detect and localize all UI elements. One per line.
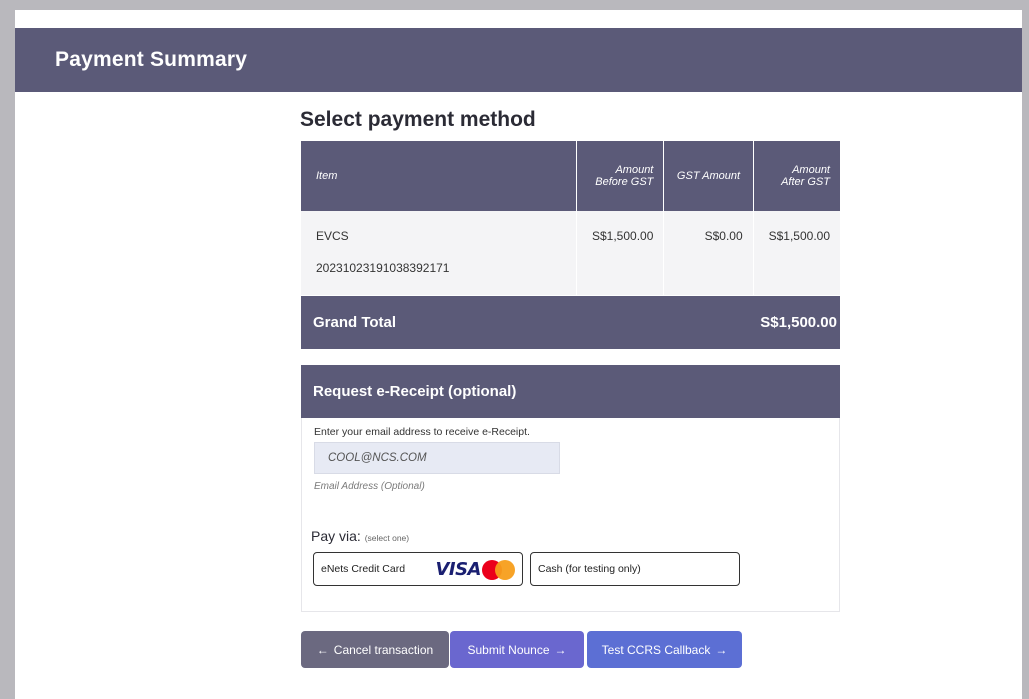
section-title: Select payment method (300, 108, 536, 131)
grand-total-bar: Grand Total S$1,500.00 (301, 296, 840, 349)
payment-items-table: Item Amount Before GST GST Amount Amount… (301, 141, 840, 295)
item-cell: EVCS 20231023191038392171 (301, 211, 577, 295)
arrow-left-icon: ← (316, 642, 329, 657)
pay-via-sub: (select one) (364, 533, 410, 543)
test-ccrs-callback-button[interactable]: Test CCRS Callback → (587, 631, 742, 668)
email-field-note: Email Address (Optional) (314, 481, 425, 492)
mastercard-logo-icon (482, 559, 516, 580)
item-reference: 20231023191038392171 (316, 261, 450, 275)
page-header: Payment Summary (15, 28, 1022, 92)
pay-via-heading: Pay via: (select one) (311, 528, 839, 544)
email-field[interactable] (314, 442, 560, 474)
amount-before-gst-cell: S$1,500.00 (575, 211, 664, 295)
visa-logo-icon: VISA (435, 559, 481, 580)
submit-nounce-button[interactable]: Submit Nounce → (450, 631, 584, 668)
column-header-amount-before-gst-line2: Before GST (595, 176, 654, 188)
card-logos: VISA (435, 559, 516, 580)
column-header-amount-after-gst: Amount After GST (752, 141, 840, 211)
arrow-right-icon: → (554, 642, 567, 657)
column-header-amount-after-gst-line2: After GST (781, 176, 830, 188)
column-header-amount-before-gst-line1: Amount (615, 164, 654, 176)
payment-option-cash[interactable]: Cash (for testing only) (530, 552, 740, 586)
table-header-row: Item Amount Before GST GST Amount Amount… (301, 141, 840, 211)
payment-options: eNets Credit Card VISA Cash (for testing… (313, 552, 839, 586)
payment-option-cash-label: Cash (for testing only) (538, 563, 641, 575)
e-receipt-hint: Enter your email address to receive e-Re… (314, 426, 530, 438)
grand-total-label: Grand Total (313, 314, 397, 331)
column-header-amount-before-gst: Amount Before GST (575, 141, 664, 211)
gst-amount-cell: S$0.00 (663, 211, 754, 295)
payment-option-enets-credit-card[interactable]: eNets Credit Card VISA (313, 552, 523, 586)
e-receipt-panel: Request e-Receipt (optional) Enter your … (301, 365, 840, 612)
page-title: Payment Summary (55, 48, 248, 71)
cancel-transaction-button[interactable]: ← Cancel transaction (301, 631, 449, 668)
column-header-item: Item (301, 141, 577, 211)
action-buttons: ← Cancel transaction Submit Nounce → Tes… (301, 631, 742, 668)
grand-total-value: S$1,500.00 (760, 314, 837, 331)
column-header-gst-amount: GST Amount (663, 141, 754, 211)
arrow-right-icon: → (715, 642, 728, 657)
pay-via-label: Pay via: (311, 528, 361, 544)
column-header-amount-after-gst-line1: Amount (792, 164, 830, 176)
payment-option-enets-label: eNets Credit Card (321, 563, 406, 575)
amount-after-gst-cell: S$1,500.00 (752, 211, 840, 295)
item-name: EVCS (316, 229, 349, 243)
cancel-transaction-label: Cancel transaction (333, 642, 434, 657)
test-ccrs-callback-label: Test CCRS Callback (601, 642, 711, 657)
e-receipt-title: Request e-Receipt (optional) (301, 365, 840, 418)
submit-nounce-label: Submit Nounce (467, 642, 550, 657)
payment-page: Payment Summary Select payment method It… (15, 10, 1022, 699)
table-row: EVCS 20231023191038392171 S$1,500.00 S$0… (301, 211, 840, 295)
